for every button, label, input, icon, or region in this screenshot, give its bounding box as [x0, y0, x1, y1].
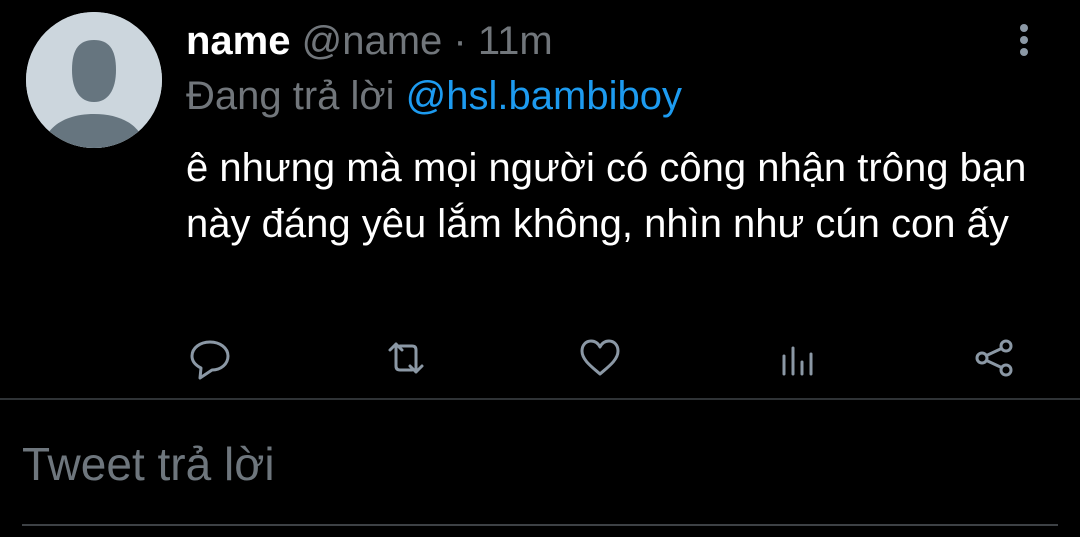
- default-avatar-icon: [26, 12, 162, 148]
- more-options-icon[interactable]: [1006, 20, 1042, 60]
- reply-icon[interactable]: [186, 334, 234, 382]
- tweet-text: ê nhưng mà mọi người có công nhận trông …: [186, 146, 1027, 246]
- share-icon[interactable]: [970, 334, 1018, 382]
- like-icon[interactable]: [576, 334, 624, 382]
- author-handle[interactable]: @name: [302, 19, 443, 63]
- tweet-header: name @name · 11m: [186, 18, 553, 64]
- reply-input-underline: [22, 524, 1058, 526]
- tweet-timestamp[interactable]: 11m: [478, 19, 553, 63]
- replying-to-label: Đang trả lời: [186, 74, 395, 118]
- avatar[interactable]: [26, 12, 162, 148]
- replying-to-handle[interactable]: @hsl.bambiboy: [406, 74, 682, 118]
- replying-to-line: Đang trả lời @hsl.bambiboy: [186, 72, 682, 120]
- analytics-icon[interactable]: [774, 334, 822, 382]
- reply-input[interactable]: [22, 428, 1058, 500]
- header-separator: ·: [453, 19, 467, 63]
- author-name[interactable]: name: [186, 19, 291, 63]
- tweet-divider: [0, 398, 1080, 400]
- retweet-icon[interactable]: [382, 334, 430, 382]
